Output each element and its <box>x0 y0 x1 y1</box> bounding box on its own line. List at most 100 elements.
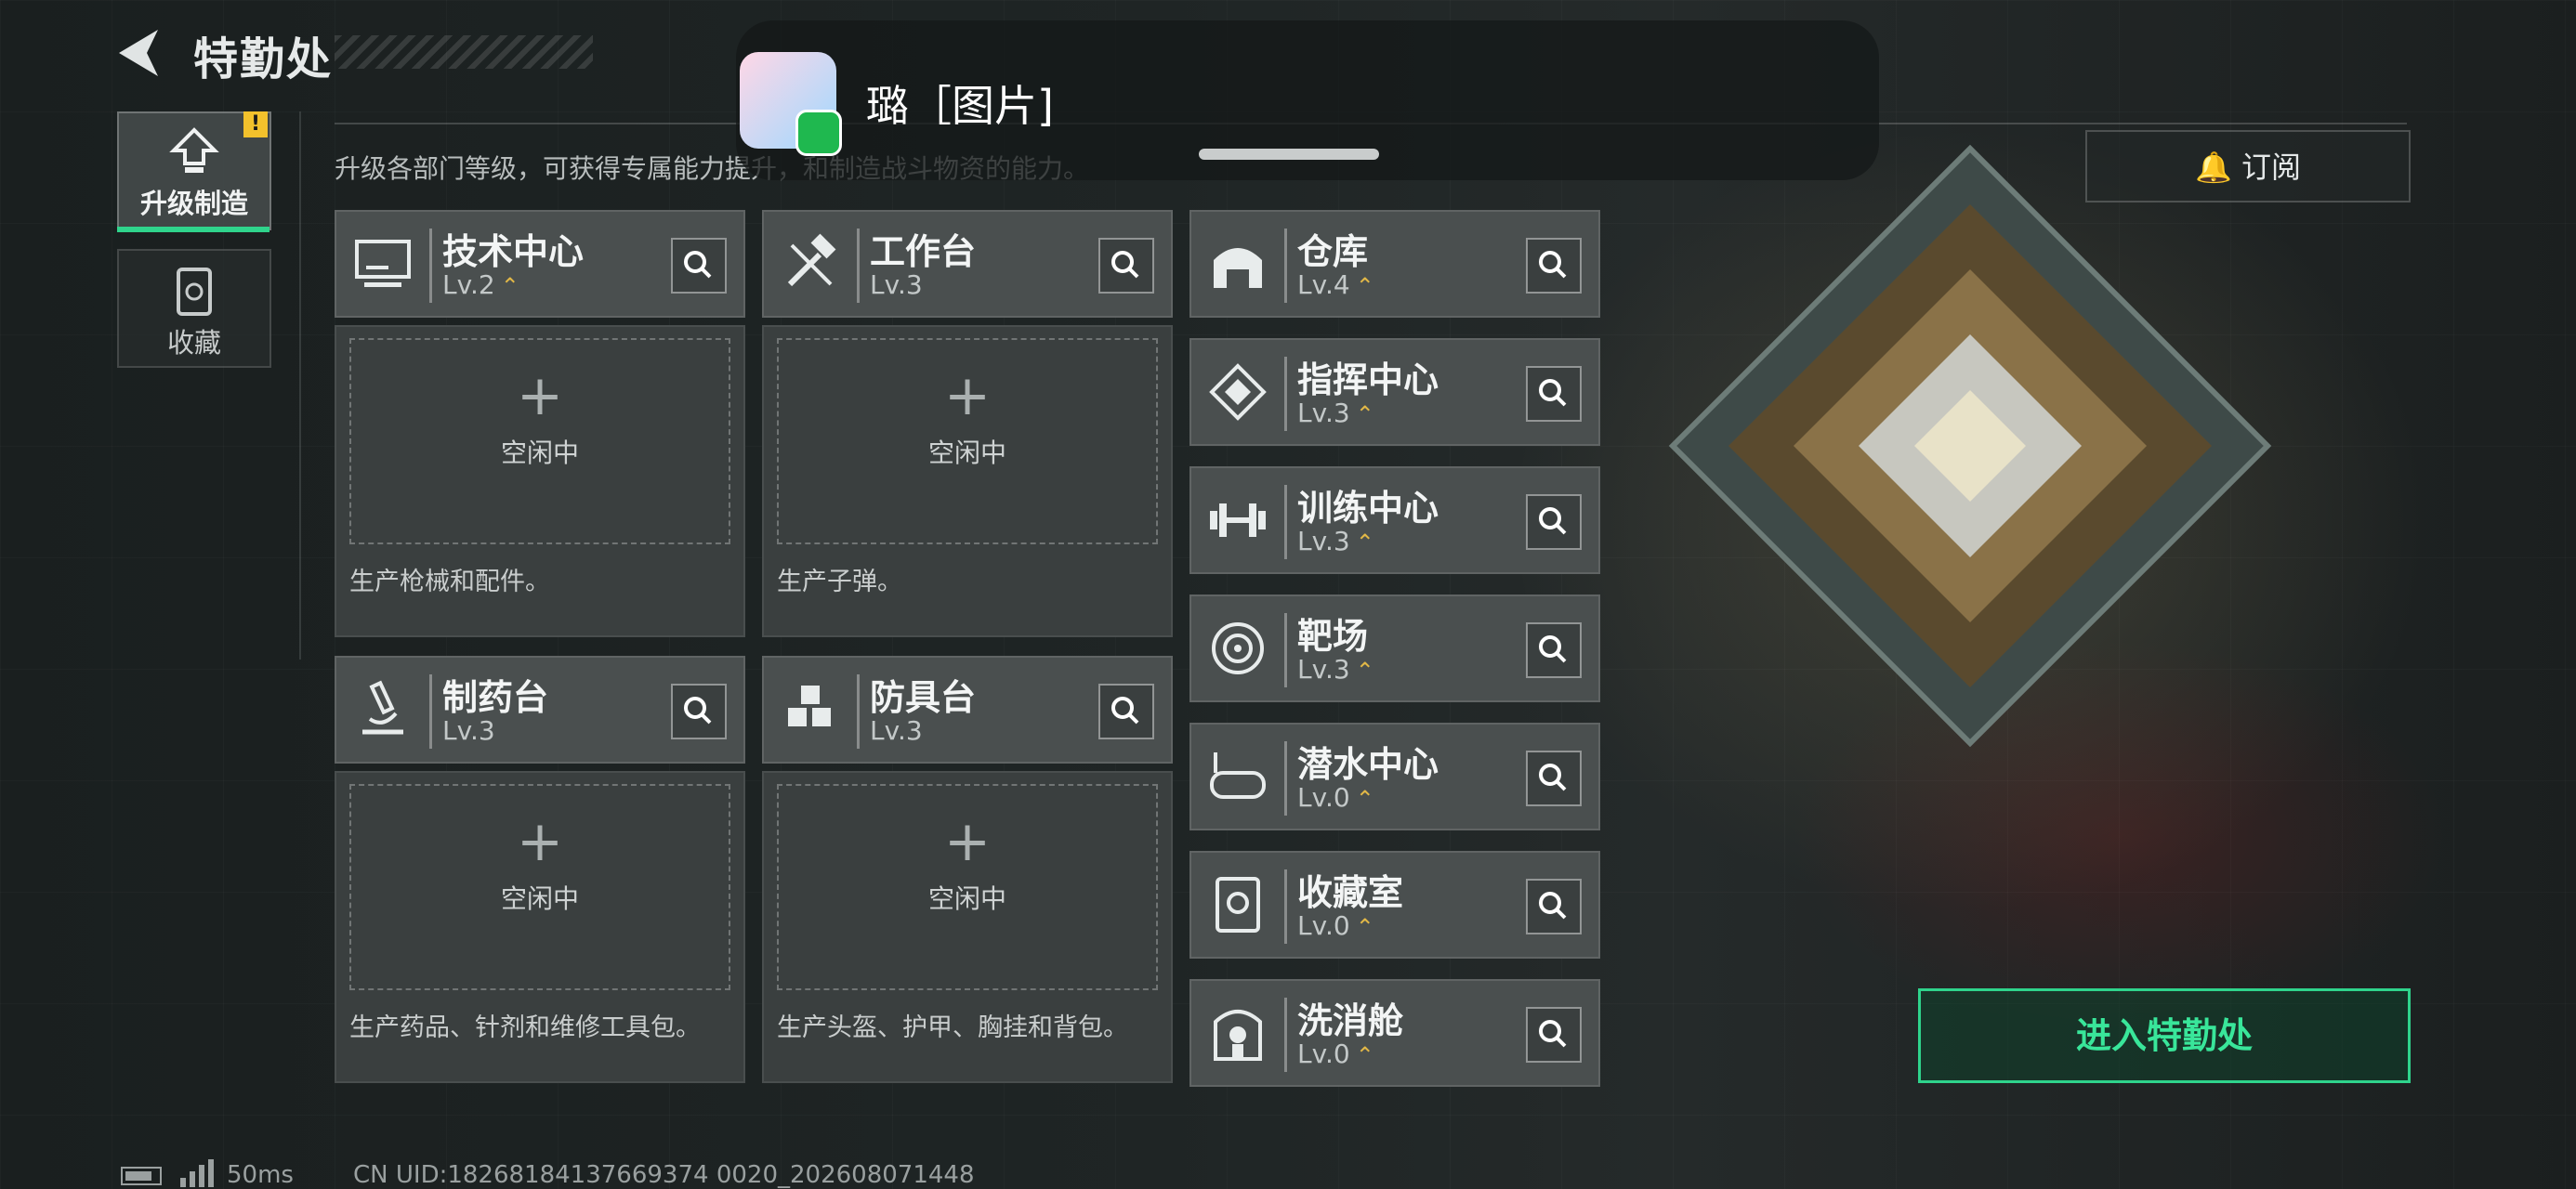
slot-description: 生产头盔、护甲、胸挂和背包。 <box>777 1013 1128 1042</box>
search-icon <box>684 697 712 725</box>
collection-room-icon <box>1216 877 1260 933</box>
facility-card-command-center[interactable]: 指挥中心 Lv.3 ⌃ <box>1189 338 1600 446</box>
card-separator <box>429 229 432 303</box>
search-icon <box>1111 251 1139 279</box>
search-icon <box>1539 1020 1567 1048</box>
monitor-icon <box>355 240 411 287</box>
card-separator <box>1284 741 1287 816</box>
back-arrow-icon[interactable] <box>115 26 162 80</box>
production-slot-panel: + 空闲中 生产子弹。 <box>762 325 1173 637</box>
facility-name: 洗消舱 <box>1297 1000 1404 1041</box>
plus-icon: + <box>943 809 992 874</box>
facility-card-diving-center[interactable]: 潜水中心 Lv.0 ⌃ <box>1189 723 1600 830</box>
subscribe-button[interactable]: 🔔 订阅 <box>2085 130 2411 203</box>
command-icon <box>1209 363 1267 421</box>
slot-status: 空闲中 <box>927 883 1006 914</box>
production-slot-panel: + 空闲中 生产头盔、护甲、胸挂和背包。 <box>762 771 1173 1083</box>
production-slot-add[interactable]: + 空闲中 <box>349 338 730 544</box>
decon-icon <box>1214 1010 1262 1061</box>
facility-name: 制药台 <box>442 677 549 718</box>
upgrade-available-icon: ⌃ <box>500 273 519 299</box>
card-separator <box>429 674 432 749</box>
upgrade-available-icon: ⌃ <box>1355 914 1374 940</box>
plus-icon: + <box>516 809 564 874</box>
facility-card-workbench[interactable]: 工作台 Lv.3 <box>762 210 1173 318</box>
collection-icon <box>177 268 212 316</box>
subscribe-label: 订阅 <box>2241 150 2302 185</box>
upgrade-available-icon: ⌃ <box>1355 529 1374 555</box>
inspect-button[interactable] <box>1526 238 1582 294</box>
diving-mask-icon <box>1210 752 1266 799</box>
upgrade-available-icon: ⌃ <box>1355 1042 1374 1068</box>
production-slot-add[interactable]: + 空闲中 <box>349 784 730 990</box>
facility-level: Lv.2 ⌃ <box>442 269 519 300</box>
facility-level: Lv.3 ⌃ <box>1297 398 1374 428</box>
facility-name: 靶场 <box>1297 616 1369 657</box>
search-icon <box>1539 892 1567 920</box>
production-slot-add[interactable]: + 空闲中 <box>777 338 1158 544</box>
facility-name: 指挥中心 <box>1297 359 1439 400</box>
facility-card-collection-room[interactable]: 收藏室 Lv.0 ⌃ <box>1189 851 1600 959</box>
page-title: 特勤处 <box>193 33 334 85</box>
facility-name: 训练中心 <box>1297 488 1439 529</box>
facility-card-armor-bench[interactable]: 防具台 Lv.3 <box>762 656 1173 764</box>
card-separator <box>1284 869 1287 944</box>
inspect-button[interactable] <box>671 684 727 739</box>
sidebar-item-label: 收藏 <box>166 327 221 359</box>
production-slot-add[interactable]: + 空闲中 <box>777 784 1158 990</box>
inspect-button[interactable] <box>1526 494 1582 550</box>
warning-badge: ! <box>243 111 268 137</box>
level-text: Lv.0 <box>1297 910 1350 941</box>
level-text: Lv.3 <box>1297 526 1350 556</box>
facility-level: Lv.3 <box>870 269 928 300</box>
facility-card-pharmacy[interactable]: 制药台 Lv.3 <box>335 656 745 764</box>
enter-special-ops-button[interactable]: 进入特勤处 <box>1918 988 2411 1083</box>
upgrade-available-icon: ⌃ <box>1355 786 1374 812</box>
facility-name: 收藏室 <box>1297 872 1404 913</box>
search-icon <box>1539 507 1567 535</box>
facility-name: 仓库 <box>1297 231 1369 272</box>
facility-card-decon-chamber[interactable]: 洗消舱 Lv.0 ⌃ <box>1189 979 1600 1087</box>
user-uid: CN UID:18268184137669374 0020_2026080714… <box>353 1161 975 1189</box>
facility-name: 潜水中心 <box>1297 744 1439 785</box>
level-text: Lv.3 <box>870 715 923 746</box>
facility-card-training-center[interactable]: 训练中心 Lv.3 ⌃ <box>1189 466 1600 574</box>
inspect-button[interactable] <box>1526 622 1582 678</box>
slot-status: 空闲中 <box>927 438 1006 468</box>
facility-name: 技术中心 <box>442 231 585 272</box>
cubes-icon <box>788 686 831 726</box>
slot-description: 生产子弹。 <box>777 568 902 596</box>
facility-card-shooting-range[interactable]: 靶场 Lv.3 ⌃ <box>1189 594 1600 702</box>
target-icon <box>1212 622 1264 674</box>
upgrade-available-icon: ⌃ <box>1355 401 1374 427</box>
inspect-button[interactable] <box>1098 684 1154 739</box>
slot-status: 空闲中 <box>500 883 579 914</box>
facility-cube-artwork <box>1668 144 2272 748</box>
sidebar-item-collection[interactable]: 收藏 <box>117 249 271 368</box>
title-decoration <box>335 35 593 69</box>
inspect-button[interactable] <box>671 238 727 294</box>
level-text: Lv.3 <box>870 269 923 300</box>
search-icon <box>684 251 712 279</box>
inspect-button[interactable] <box>1526 1007 1582 1063</box>
production-slot-panel: + 空闲中 生产药品、针剂和维修工具包。 <box>335 771 745 1083</box>
card-separator <box>1284 357 1287 431</box>
facility-card-warehouse[interactable]: 仓库 Lv.4 ⌃ <box>1189 210 1600 318</box>
notification-drag-handle[interactable] <box>1199 149 1379 160</box>
search-icon <box>1111 697 1139 725</box>
inspect-button[interactable] <box>1526 879 1582 934</box>
level-text: Lv.3 <box>1297 654 1350 685</box>
level-text: Lv.0 <box>1297 1039 1350 1069</box>
level-text: Lv.2 <box>442 269 495 300</box>
inspect-button[interactable] <box>1098 238 1154 294</box>
facility-card-tech-center[interactable]: 技术中心 Lv.2 ⌃ <box>335 210 745 318</box>
ping-readout: 50ms <box>227 1161 294 1189</box>
slot-status: 空闲中 <box>500 438 579 468</box>
card-separator <box>857 229 860 303</box>
plus-icon: + <box>516 363 564 428</box>
production-slot-panel: + 空闲中 生产枪械和配件。 <box>335 325 745 637</box>
facility-level: Lv.3 ⌃ <box>1297 654 1374 685</box>
plus-icon: + <box>943 363 992 428</box>
inspect-button[interactable] <box>1526 366 1582 422</box>
inspect-button[interactable] <box>1526 751 1582 806</box>
